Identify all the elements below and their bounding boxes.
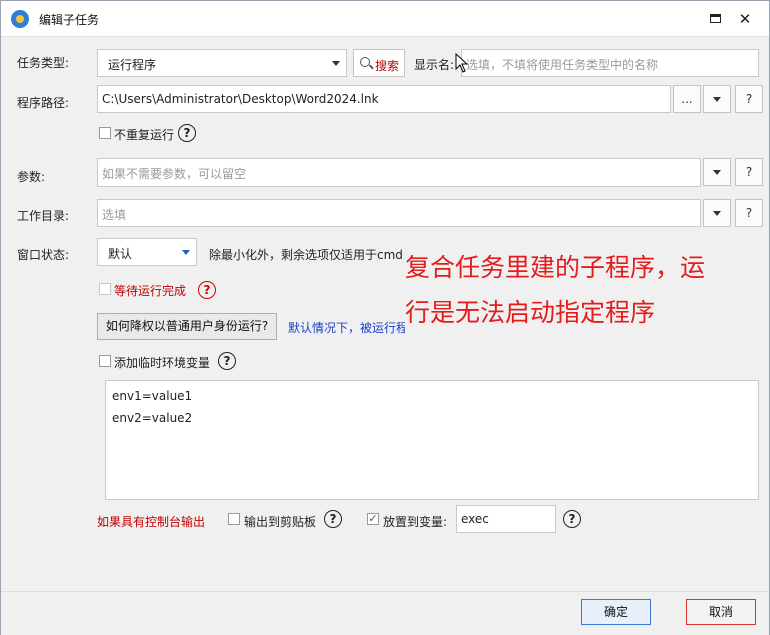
params-dropdown-button[interactable] bbox=[703, 158, 731, 186]
env-vars-textarea[interactable]: env1=value1 env2=value2 bbox=[105, 380, 759, 500]
chevron-down-icon bbox=[713, 170, 721, 175]
display-name-label: 显示名: bbox=[414, 58, 455, 72]
chevron-down-icon bbox=[332, 61, 340, 66]
search-button-label: 搜索 bbox=[375, 59, 400, 73]
ok-button[interactable]: 确定 bbox=[581, 599, 651, 625]
workdir-help-button[interactable]: ? bbox=[735, 199, 763, 227]
wait-complete-label: 等待运行完成 bbox=[114, 284, 187, 298]
cancel-button[interactable]: 取消 bbox=[686, 599, 756, 625]
downgrade-hint-link[interactable]: 默认情况下，被运行程 bbox=[288, 319, 405, 336]
to-variable-checkbox[interactable]: ✓ bbox=[367, 513, 379, 525]
workdir-label: 工作目录: bbox=[17, 209, 70, 223]
annotation-line-2: 行是无法启动指定程序 bbox=[405, 298, 656, 327]
to-variable-input[interactable]: exec bbox=[456, 505, 556, 533]
clipboard-checkbox[interactable] bbox=[228, 513, 240, 525]
window-state-value: 默认 bbox=[108, 247, 133, 261]
maximize-icon[interactable] bbox=[705, 9, 725, 29]
window-state-label: 窗口状态: bbox=[17, 248, 70, 262]
chevron-down-icon bbox=[182, 250, 190, 255]
mouse-cursor-icon bbox=[455, 53, 469, 73]
env-line: env2=value2 bbox=[112, 411, 193, 425]
program-path-value: C:\Users\Administrator\Desktop\Word2024.… bbox=[102, 92, 379, 106]
task-type-value: 运行程序 bbox=[108, 58, 157, 72]
app-logo-icon bbox=[11, 10, 29, 28]
display-name-input[interactable]: 选填，不填将使用任务类型中的名称 bbox=[461, 49, 759, 77]
program-path-label: 程序路径: bbox=[17, 96, 70, 110]
clipboard-label: 输出到剪贴板 bbox=[244, 515, 317, 529]
no-repeat-help-icon[interactable]: ? bbox=[178, 124, 196, 142]
program-path-input[interactable]: C:\Users\Administrator\Desktop\Word2024.… bbox=[97, 85, 671, 113]
params-input[interactable]: 如果不需要参数，可以留空 bbox=[97, 158, 701, 187]
task-type-select[interactable]: 运行程序 bbox=[97, 49, 347, 77]
temp-env-help-icon[interactable]: ? bbox=[218, 352, 236, 370]
workdir-placeholder: 选填 bbox=[102, 208, 127, 222]
browse-button[interactable]: ... bbox=[673, 85, 701, 113]
clipboard-help-icon[interactable]: ? bbox=[324, 510, 342, 528]
temp-env-checkbox[interactable] bbox=[99, 355, 111, 367]
params-label: 参数: bbox=[17, 170, 46, 184]
wait-complete-checkbox[interactable] bbox=[99, 283, 111, 295]
path-help-button[interactable]: ? bbox=[735, 85, 763, 113]
workdir-input[interactable]: 选填 bbox=[97, 199, 701, 227]
search-icon bbox=[360, 57, 370, 67]
close-icon[interactable]: ✕ bbox=[735, 9, 755, 29]
to-variable-help-icon[interactable]: ? bbox=[563, 510, 581, 528]
to-variable-label: 放置到变量: bbox=[383, 515, 448, 529]
chevron-down-icon bbox=[713, 211, 721, 216]
task-type-label: 任务类型: bbox=[17, 56, 70, 70]
display-name-placeholder: 选填，不填将使用任务类型中的名称 bbox=[466, 58, 659, 72]
chevron-down-icon bbox=[713, 97, 721, 102]
dialog-footer bbox=[1, 591, 769, 635]
console-output-label: 如果具有控制台输出 bbox=[97, 515, 206, 529]
no-repeat-label: 不重复运行 bbox=[114, 128, 175, 142]
env-line: env1=value1 bbox=[112, 389, 193, 403]
wait-complete-help-icon[interactable]: ? bbox=[198, 281, 216, 299]
edit-subtask-dialog: 编辑子任务 ✕ 任务类型: 运行程序 搜索 显示名: 选填，不填将使用任务类型中… bbox=[0, 0, 770, 635]
params-placeholder: 如果不需要参数，可以留空 bbox=[102, 167, 247, 181]
to-variable-value: exec bbox=[461, 512, 489, 526]
window-state-select[interactable]: 默认 bbox=[97, 238, 197, 266]
search-button[interactable]: 搜索 bbox=[353, 49, 405, 77]
window-title: 编辑子任务 bbox=[39, 13, 100, 27]
window-state-hint: 除最小化外，剩余选项仅适用于cmd bbox=[209, 248, 403, 262]
downgrade-help-button[interactable]: 如何降权以普通用户身份运行? bbox=[97, 313, 277, 340]
workdir-dropdown-button[interactable] bbox=[703, 199, 731, 227]
no-repeat-checkbox[interactable] bbox=[99, 127, 111, 139]
annotation-line-1: 复合任务里建的子程序，运 bbox=[405, 253, 706, 282]
temp-env-label: 添加临时环境变量 bbox=[114, 356, 211, 370]
path-dropdown-button[interactable] bbox=[703, 85, 731, 113]
title-bar[interactable]: 编辑子任务 ✕ bbox=[1, 1, 769, 37]
params-help-button[interactable]: ? bbox=[735, 158, 763, 186]
